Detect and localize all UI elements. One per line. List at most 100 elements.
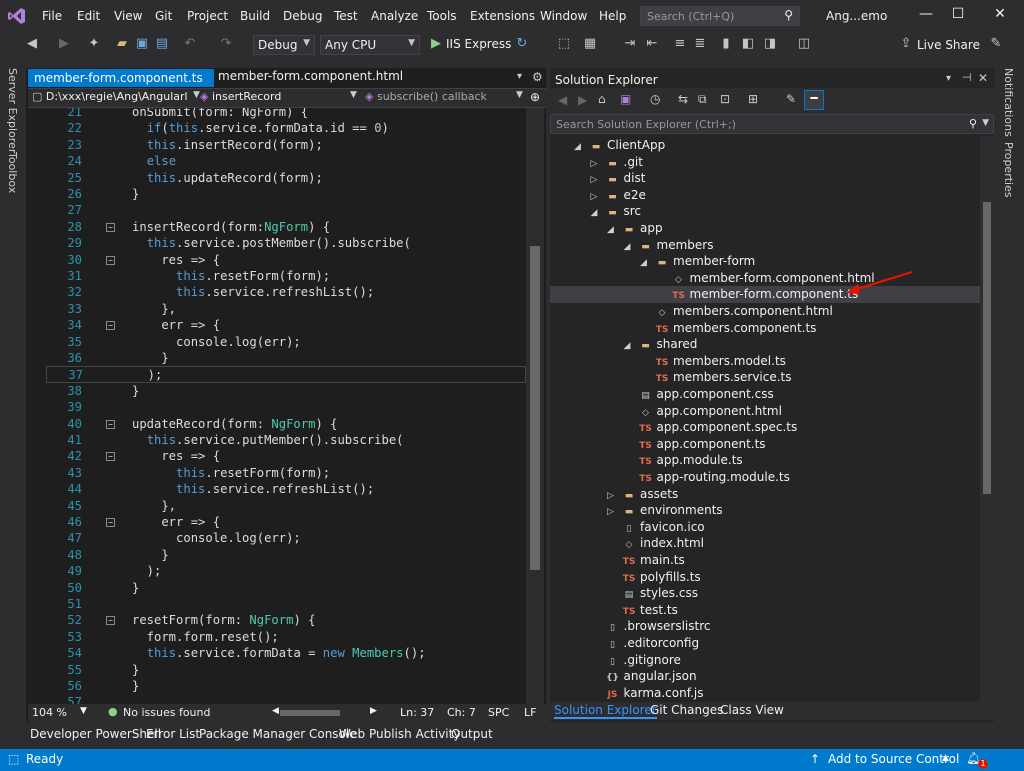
maximize-button[interactable]: ☐	[943, 6, 973, 26]
tree-item[interactable]: ◢ ▬ shared	[550, 336, 980, 353]
tree-item[interactable]: ▷ ▬ environments	[550, 502, 980, 519]
code-line[interactable]: 54 this.service.formData = new Members()…	[46, 645, 526, 661]
tree-item[interactable]: ◢ ▬ src	[550, 203, 980, 220]
tab-solution-explorer[interactable]: Solution Explorer	[554, 703, 657, 719]
code-line[interactable]: 50}	[46, 580, 526, 596]
code-line[interactable]: 21 onSubmit(form: NgForm) {	[46, 108, 526, 120]
menu-item-debug[interactable]: Debug	[283, 9, 322, 23]
tree-item[interactable]: ▷ ▬ .git	[550, 154, 980, 171]
code-line[interactable]: 22 if(this.service.formData.id == 0)	[46, 120, 526, 136]
tree-item[interactable]: ▤ styles.css	[550, 585, 980, 602]
toolbox-tab[interactable]: Toolbox	[6, 152, 19, 193]
code-line[interactable]: 33 },	[46, 301, 526, 317]
tree-item[interactable]: ▯ .browserslistrc	[550, 618, 980, 635]
code-line[interactable]: 47 console.log(err);	[46, 530, 526, 546]
code-line[interactable]: 49 );	[46, 563, 526, 579]
tree-item[interactable]: TS app.component.spec.ts	[550, 419, 980, 436]
tree-item[interactable]: ▯ favicon.ico	[550, 519, 980, 536]
project-path-select[interactable]: ▢ D:\xxx\regie\Ang\Angularl	[32, 90, 190, 106]
code-line[interactable]: 24 else	[46, 153, 526, 169]
properties-icon[interactable]: ✎	[786, 92, 796, 106]
code-line[interactable]: 37 );	[46, 366, 526, 383]
code-line[interactable]: 27	[46, 202, 526, 218]
collapse-icon[interactable]: −	[106, 255, 115, 265]
tree-item[interactable]: ◇ app.component.html	[550, 403, 980, 420]
code-line[interactable]: 46 − err => {	[46, 514, 526, 530]
tab-git-changes[interactable]: Git Changes	[650, 703, 723, 717]
tab-package-manager-console[interactable]: Package Manager Console	[199, 727, 357, 741]
gear-icon[interactable]: ⚙	[532, 70, 543, 84]
code-line[interactable]: 57	[46, 694, 526, 704]
whitespace-mode[interactable]: SPC	[488, 706, 509, 719]
run-target-label[interactable]: IIS Express	[446, 37, 511, 51]
collapse-icon[interactable]: −	[106, 452, 115, 462]
code-line[interactable]: 45 },	[46, 498, 526, 514]
tree-item[interactable]: TS app-routing.module.ts	[550, 469, 980, 486]
collapse-icon[interactable]: −	[106, 222, 115, 232]
close-panel-icon[interactable]: ✕	[978, 71, 988, 85]
code-line[interactable]: 31 this.resetForm(form);	[46, 268, 526, 284]
preview-selected-icon[interactable]: ━	[804, 90, 824, 110]
menu-item-build[interactable]: Build	[240, 9, 270, 23]
scrollbar-thumb[interactable]	[983, 202, 991, 494]
code-line[interactable]: 25 this.updateRecord(form);	[46, 170, 526, 186]
redo-icon[interactable]: ↷	[218, 36, 234, 52]
collapse-icon[interactable]: −	[106, 616, 115, 626]
feedback-icon[interactable]: ✎	[988, 36, 1004, 52]
tree-item[interactable]: ◢ ▬ app	[550, 220, 980, 237]
chevron-left-icon[interactable]: ◀	[272, 706, 279, 716]
browser-link-icon[interactable]: ⬚	[556, 36, 572, 52]
prev-bookmark-icon[interactable]: ◧	[740, 36, 756, 52]
tab-error-list[interactable]: Error List	[146, 727, 200, 741]
solution-search-input[interactable]: Search Solution Explorer (Ctrl+;) ⚲ ▼	[550, 114, 994, 134]
horizontal-scrollbar-thumb[interactable]	[280, 710, 340, 716]
tree-item[interactable]: TS members.model.ts	[550, 353, 980, 370]
minimize-button[interactable]: —	[911, 6, 941, 26]
code-line[interactable]: 42 − res => {	[46, 448, 526, 464]
menu-item-file[interactable]: File	[42, 9, 62, 23]
properties-tab[interactable]: Properties	[1002, 142, 1015, 198]
uncomment-icon[interactable]: ≣	[692, 36, 708, 52]
pin-icon[interactable]: ⊣	[962, 71, 972, 84]
code-line[interactable]: 26}	[46, 186, 526, 202]
configuration-select[interactable]: Debug ▼	[253, 35, 315, 55]
tab-member-form-ts[interactable]: member-form.component.ts ⊣ ×	[28, 69, 214, 99]
live-share-label[interactable]: Live Share	[917, 38, 980, 52]
start-debugging-icon[interactable]: ▶	[428, 36, 444, 52]
code-line[interactable]: 34 − err => {	[46, 317, 526, 333]
chevron-right-icon[interactable]: ▶	[370, 706, 377, 716]
back-icon[interactable]: ◀	[24, 36, 40, 52]
zoom-level[interactable]: 104 %	[32, 706, 67, 719]
tree-item[interactable]: ▯ .gitignore	[550, 652, 980, 669]
menu-item-view[interactable]: View	[114, 9, 142, 23]
comment-icon[interactable]: ≡	[672, 36, 688, 52]
code-line[interactable]: 56}	[46, 678, 526, 694]
tree-item[interactable]: {} angular.json	[550, 668, 980, 685]
outdent-icon[interactable]: ⇤	[644, 36, 660, 52]
tree-item[interactable]: TS members.component.ts	[550, 320, 980, 337]
tree-item[interactable]: TS polyfills.ts	[550, 569, 980, 586]
preview-icon[interactable]: ⊞	[748, 92, 758, 106]
code-line[interactable]: 35 console.log(err);	[46, 334, 526, 350]
menu-item-extensions[interactable]: Extensions	[470, 9, 535, 23]
editor-vertical-scrollbar[interactable]	[526, 108, 544, 704]
undo-icon[interactable]: ↶	[182, 36, 198, 52]
tree-item[interactable]: ◢ ▬ ClientApp	[550, 137, 980, 154]
open-folder-icon[interactable]: ▰	[114, 36, 130, 52]
code-line[interactable]: 53 form.form.reset();	[46, 629, 526, 645]
tab-dropdown-icon[interactable]: ▾	[517, 71, 522, 82]
tab-output[interactable]: Output	[451, 727, 493, 741]
code-line[interactable]: 51	[46, 596, 526, 612]
clear-bookmarks-icon[interactable]: ◫	[796, 36, 812, 52]
forward-icon[interactable]: ▶	[56, 36, 72, 52]
indent-icon[interactable]: ⇥	[622, 36, 638, 52]
code-line[interactable]: 41 this.service.putMember().subscribe(	[46, 432, 526, 448]
member-select[interactable]: ◈ insertRecord	[200, 90, 360, 106]
refresh-icon[interactable]: ↻	[514, 36, 530, 52]
menu-item-analyze[interactable]: Analyze	[371, 9, 418, 23]
close-button[interactable]: ✕	[985, 6, 1015, 26]
code-line[interactable]: 52 − resetForm(form: NgForm) {	[46, 612, 526, 628]
code-line[interactable]: 36 }	[46, 350, 526, 366]
platform-select[interactable]: Any CPU ▼	[320, 35, 420, 55]
menu-item-test[interactable]: Test	[334, 9, 358, 23]
